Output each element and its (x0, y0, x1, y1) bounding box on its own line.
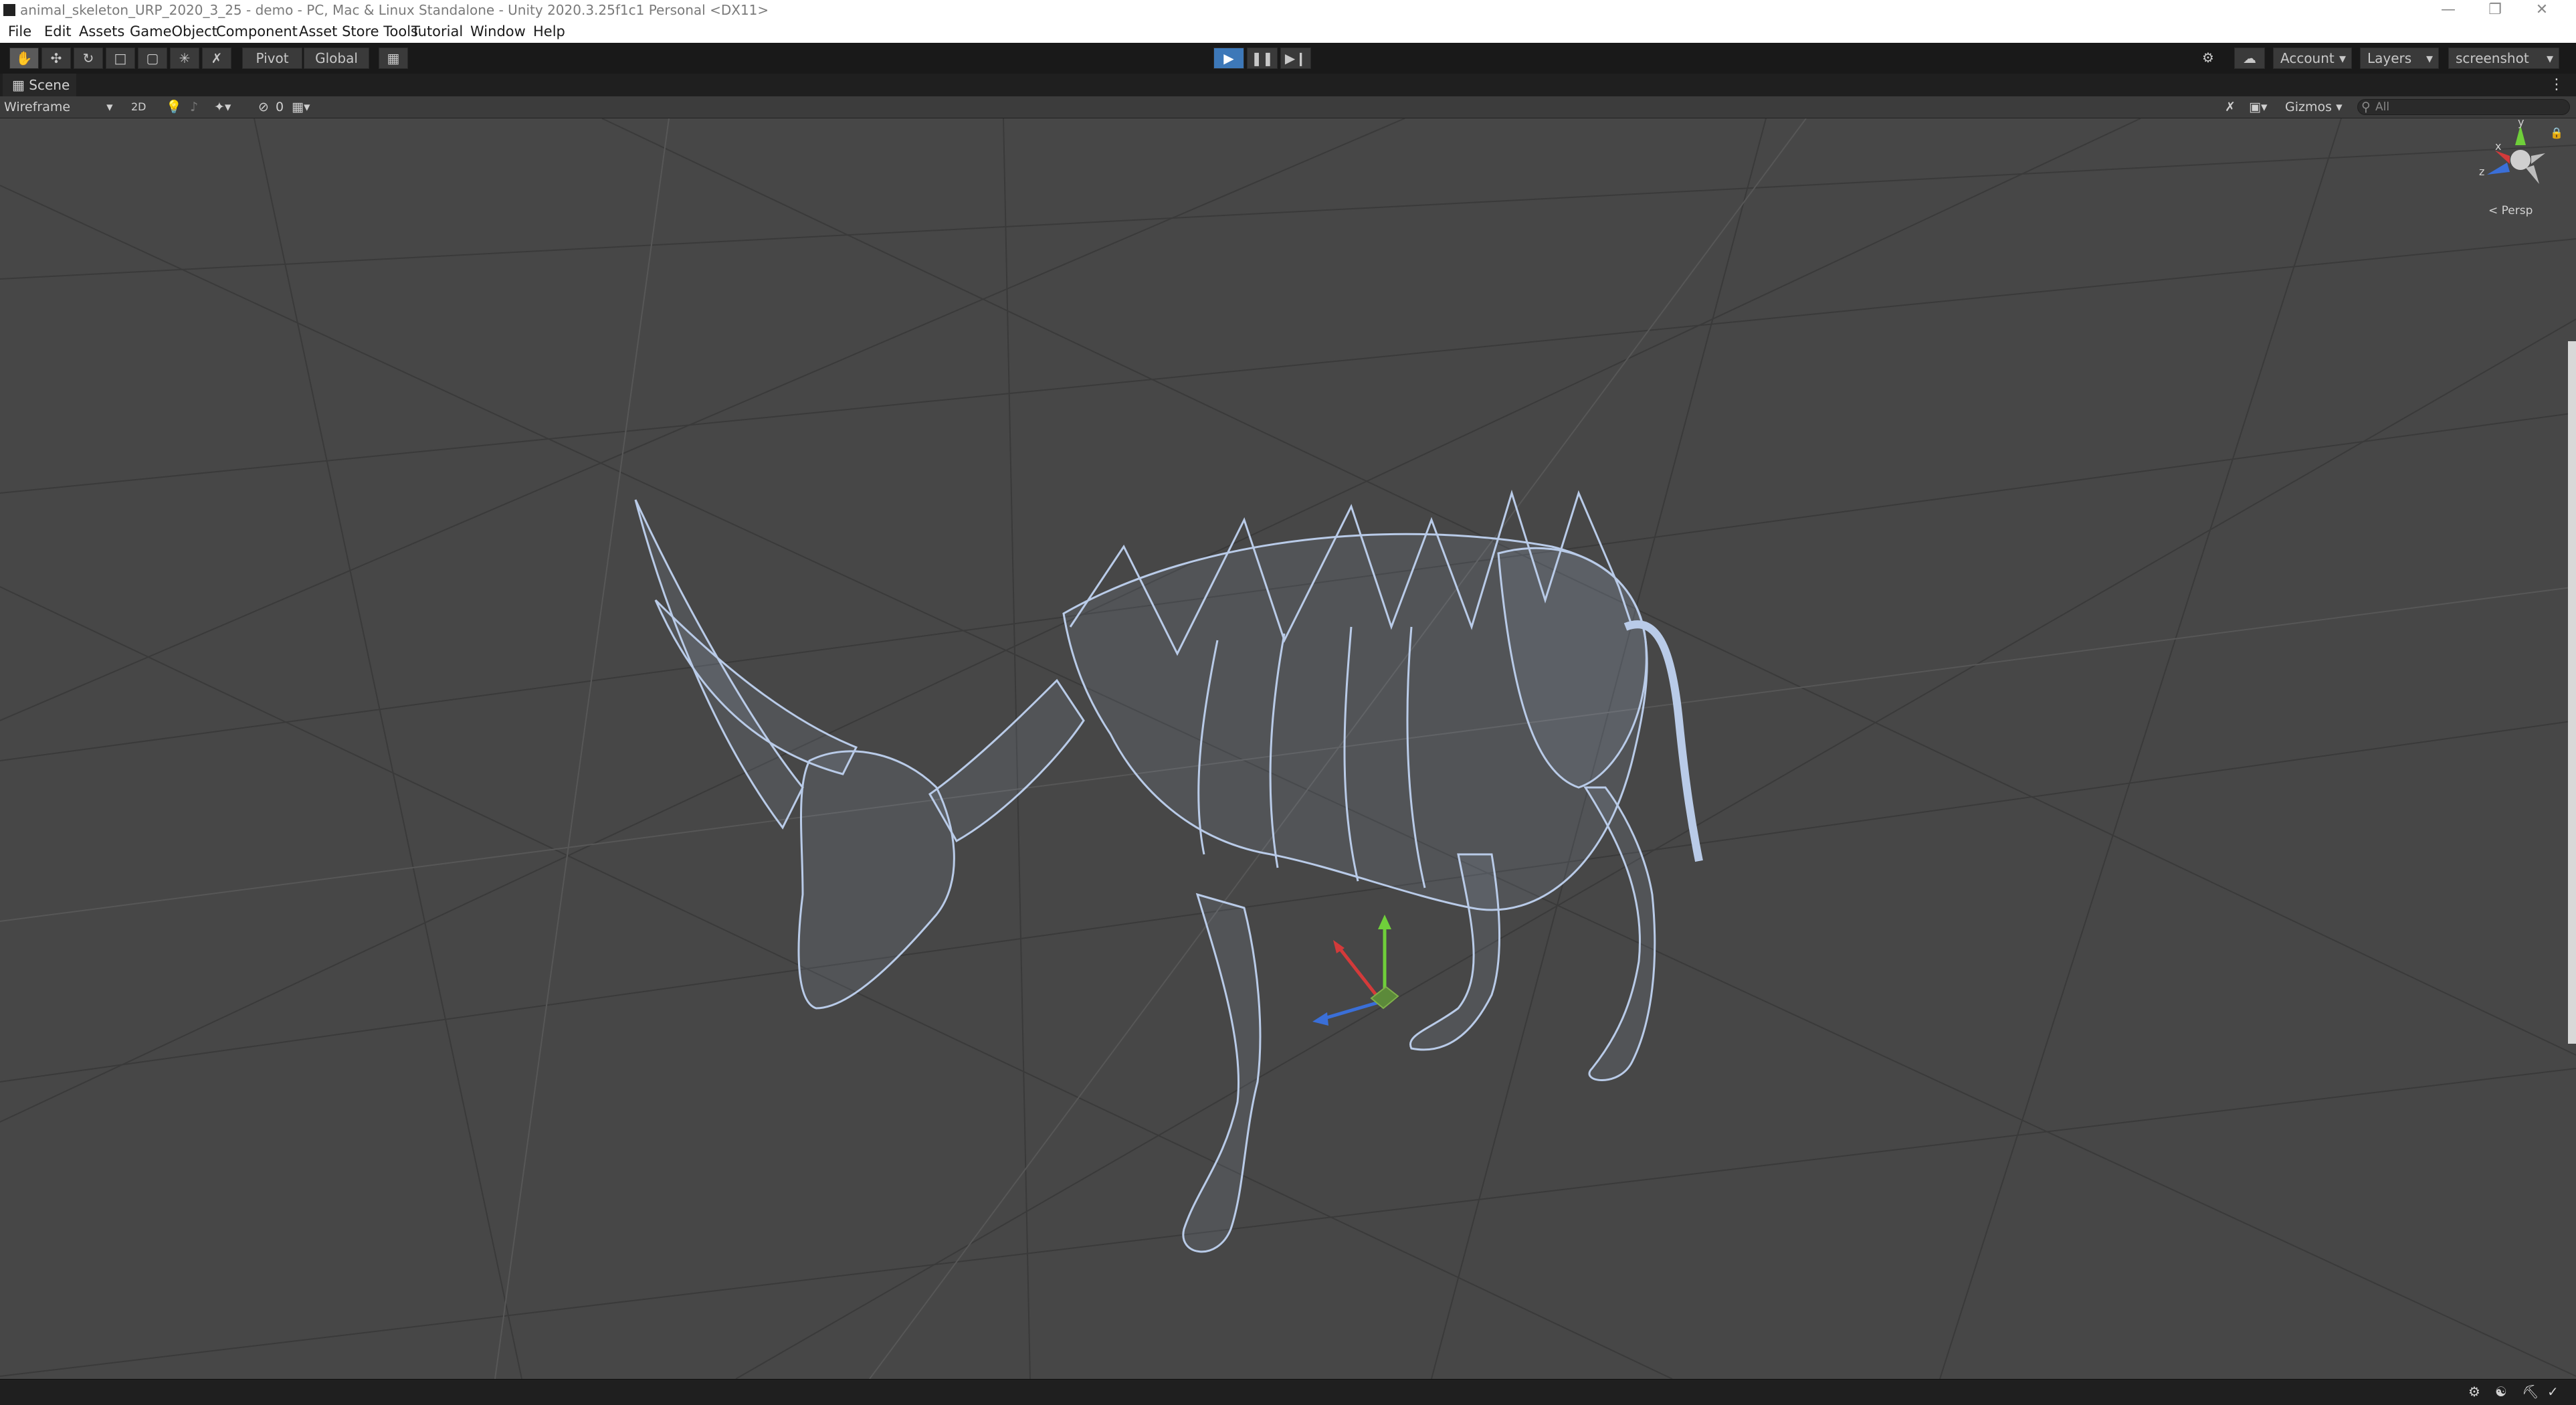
status-bar: ⚙ ☯ ⛏ ✓ (0, 1379, 2576, 1405)
transform-tool-icon[interactable]: ✳ (170, 48, 199, 69)
chevron-down-icon: ▾ (106, 100, 113, 114)
skeleton-wireframe (634, 489, 1703, 1253)
lock-icon[interactable]: 🔒 (2550, 126, 2563, 139)
draw-mode-dropdown[interactable]: Wireframe ▾ (4, 96, 113, 118)
gizmo-z-label: z (2479, 165, 2485, 178)
scene-tab-icon: ▦ (12, 77, 25, 93)
chevron-down-icon: ▾ (2339, 50, 2346, 66)
skeleton-front-leg (1182, 893, 1262, 1253)
gizmos-dropdown[interactable]: Gizmos ▾ (2285, 96, 2343, 118)
gizmo-y-label: y (2518, 118, 2524, 128)
window-title-bar: animal_skeleton_URP_2020_3_25 - demo - P… (0, 0, 2576, 20)
chevron-down-icon: ▾ (2546, 50, 2553, 66)
hand-tool-icon[interactable]: ✋ (9, 48, 39, 69)
scrollbar[interactable] (2568, 341, 2576, 1044)
menu-bar: File Edit Assets GameObject Component As… (0, 20, 2576, 43)
scene-tab-label: Scene (29, 77, 70, 93)
scene-toolbar: Wireframe ▾ 2D 💡 ♪ ✦▾ ⊘ 0 ▦▾ ✗ ▣▾ Gizmos … (0, 96, 2576, 118)
custom-tool-icon[interactable]: ✗ (202, 48, 231, 69)
menu-asset-store-tools[interactable]: Asset Store Tools (299, 20, 418, 43)
tab-scene[interactable]: ▦ Scene (3, 74, 76, 96)
menu-assets[interactable]: Assets (79, 20, 124, 43)
move-tool-icon[interactable]: ✣ (41, 48, 71, 69)
hidden-objects-icon[interactable]: ⊘ (258, 96, 269, 118)
minimize-icon[interactable]: — (2421, 0, 2475, 20)
check-icon[interactable]: ✓ (2547, 1384, 2559, 1400)
menu-component[interactable]: Component (216, 20, 298, 43)
menu-tutorial[interactable]: Tutorial (411, 20, 463, 43)
skeleton-neck (928, 678, 1085, 843)
skeleton-skull (797, 750, 955, 1010)
menu-edit[interactable]: Edit (44, 20, 72, 43)
lighting-toggle-icon[interactable]: 💡 (166, 96, 182, 118)
layout-dropdown[interactable]: screenshot ▾ (2448, 48, 2559, 69)
global-label: Global (315, 50, 358, 66)
scene-search-input[interactable]: All (2357, 99, 2570, 115)
layers-dropdown[interactable]: Layers ▾ (2360, 48, 2439, 69)
projection-label[interactable]: < Persp (2488, 204, 2533, 217)
global-toggle[interactable]: Global (304, 48, 369, 69)
chevron-down-icon: ▾ (2336, 100, 2343, 114)
rotate-tool-icon[interactable]: ↻ (74, 48, 103, 69)
cloud-icon[interactable]: ☁ (2234, 48, 2265, 69)
menu-window[interactable]: Window (470, 20, 526, 43)
menu-gameobject[interactable]: GameObject (130, 20, 217, 43)
transform-y-arrow-icon (1378, 915, 1391, 929)
transform-z-axis (1324, 1000, 1382, 1020)
gizmo-x-label: x (2495, 140, 2502, 153)
account-label: Account (2280, 50, 2335, 66)
grid-toggle-icon[interactable]: ▦▾ (292, 96, 310, 118)
close-icon[interactable]: ✕ (2515, 0, 2569, 20)
pivot-toggle[interactable]: Pivot (242, 48, 302, 69)
tools-icon[interactable]: ✗ (2225, 96, 2236, 118)
scene-viewport[interactable]: y x z < Persp 🔒 (0, 118, 2576, 1379)
chevron-down-icon: ▾ (2425, 50, 2433, 66)
gizmos-label: Gizmos (2285, 100, 2333, 114)
scene-canvas[interactable] (0, 118, 2576, 1379)
menu-file[interactable]: File (8, 20, 31, 43)
draw-mode-label: Wireframe (4, 100, 71, 114)
camera-icon[interactable]: ▣▾ (2249, 96, 2268, 118)
window-title: animal_skeleton_URP_2020_3_25 - demo - P… (20, 2, 769, 18)
account-dropdown[interactable]: Account ▾ (2273, 48, 2352, 69)
collab-gear-icon[interactable]: ⚙ (2193, 48, 2223, 69)
play-button[interactable]: ▶ (1213, 48, 1244, 69)
restore-icon[interactable]: ❐ (2468, 0, 2522, 20)
tab-strip: ▦ Scene ⋮ (0, 74, 2576, 96)
effects-toggle-icon[interactable]: ✦▾ (214, 96, 231, 118)
2d-toggle[interactable]: 2D (131, 96, 146, 118)
unity-logo-icon (3, 4, 15, 16)
search-placeholder: All (2375, 100, 2390, 114)
transform-gizmo (1312, 915, 1399, 1026)
tab-menu-icon[interactable]: ⋮ (2549, 74, 2564, 96)
search-icon: ⚲ (2361, 100, 2371, 114)
hidden-count: 0 (276, 100, 284, 114)
rect-tool-icon[interactable]: ▢ (138, 48, 167, 69)
main-toolbar: ✋ ✣ ↻ □ ▢ ✳ ✗ Pivot Global ▦ ▶ ❚❚ ▶❙ ⚙ ☁… (0, 43, 2576, 74)
audio-toggle-icon[interactable]: ♪ (190, 96, 198, 118)
debug-icon[interactable]: ⛏ (2522, 1384, 2539, 1400)
bug-icon[interactable]: ⚙ (2468, 1384, 2480, 1400)
menu-help[interactable]: Help (533, 20, 565, 43)
transform-x-axis (1336, 945, 1383, 1003)
scale-tool-icon[interactable]: □ (106, 48, 135, 69)
pause-button[interactable]: ❚❚ (1247, 48, 1278, 69)
layers-label: Layers (2367, 50, 2412, 66)
transform-z-arrow-icon (1312, 1012, 1328, 1026)
pivot-label: Pivot (256, 50, 289, 66)
step-button[interactable]: ▶❙ (1280, 48, 1311, 69)
progress-icon[interactable]: ☯ (2495, 1384, 2507, 1400)
layout-label: screenshot (2456, 50, 2529, 66)
grid-snap-icon[interactable]: ▦ (379, 48, 408, 69)
